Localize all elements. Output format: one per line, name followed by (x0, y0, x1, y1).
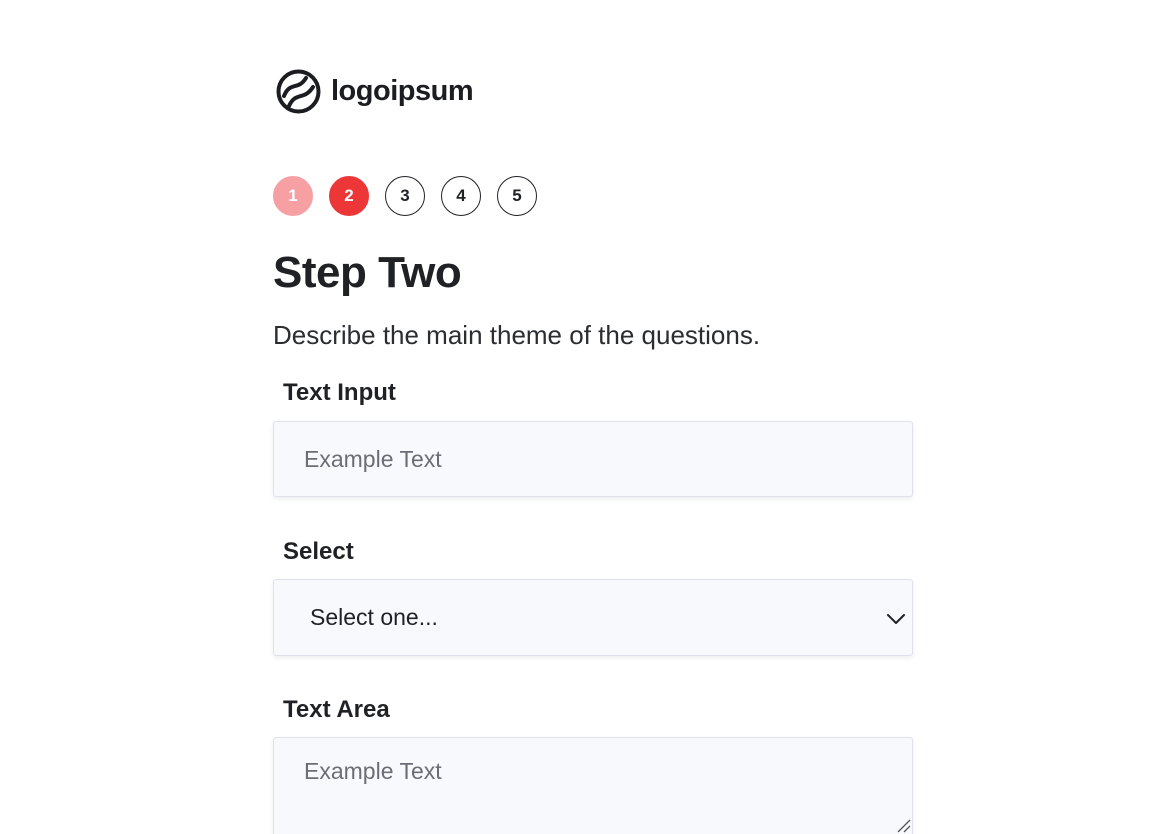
brand-logo[interactable]: logoipsum (276, 69, 474, 114)
select-dropdown[interactable]: Select one... (273, 579, 913, 656)
step-3[interactable]: 3 (385, 176, 425, 216)
chevron-down-icon (886, 604, 906, 631)
text-area-field[interactable] (273, 737, 913, 834)
logo-text: logoipsum (331, 75, 474, 107)
page-title: Step Two (273, 248, 462, 297)
logoipsum-mark-icon (276, 69, 321, 114)
text-input-label: Text Input (283, 379, 396, 406)
step-1[interactable]: 1 (273, 176, 313, 216)
step-5[interactable]: 5 (497, 176, 537, 216)
resize-handle-icon[interactable] (895, 817, 911, 834)
step-4[interactable]: 4 (441, 176, 481, 216)
page: logoipsum 1 2 3 4 5 Step Two Describe th… (0, 0, 1168, 834)
text-input-field[interactable] (273, 421, 913, 497)
select-value: Select one... (310, 604, 438, 630)
page-subtitle: Describe the main theme of the questions… (273, 320, 761, 350)
select-label: Select (283, 538, 354, 565)
stepper: 1 2 3 4 5 (273, 176, 537, 216)
step-2[interactable]: 2 (329, 176, 369, 216)
text-area-label: Text Area (283, 696, 390, 723)
